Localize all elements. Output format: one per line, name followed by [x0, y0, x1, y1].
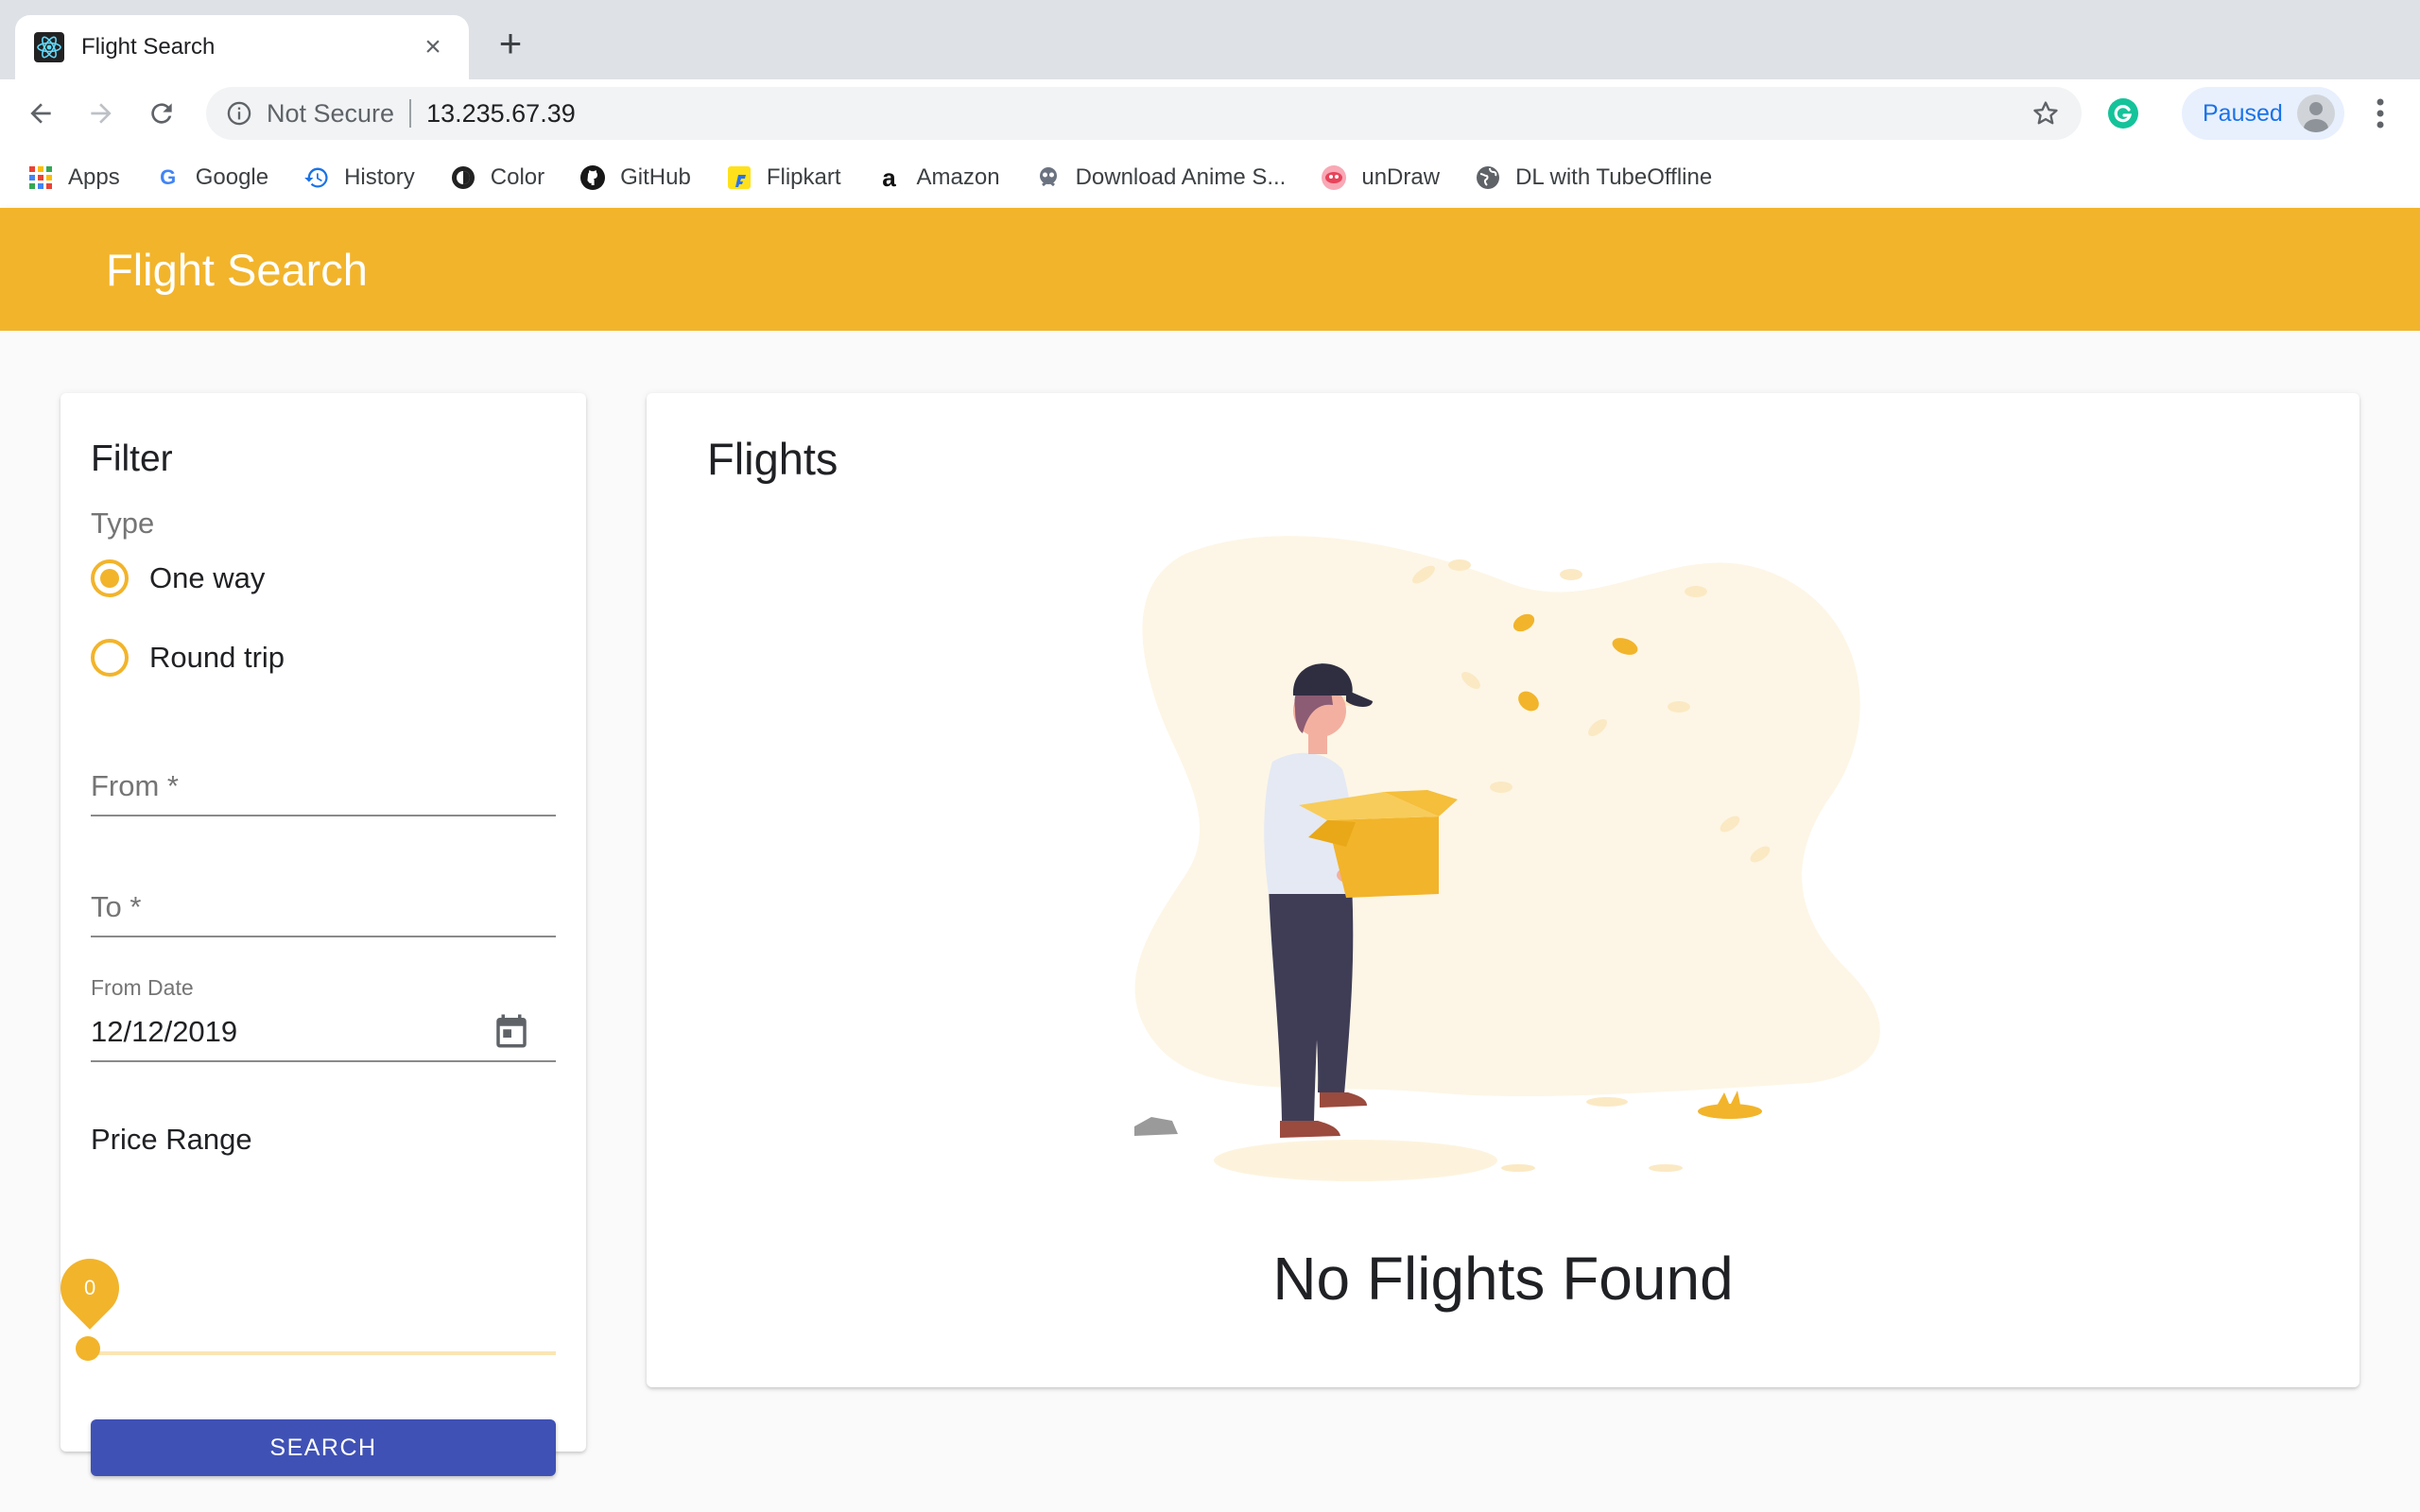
back-button[interactable]: [15, 88, 66, 139]
bookmark-flipkart[interactable]: Flipkart: [725, 163, 841, 192]
empty-box-illustration: [1134, 536, 1880, 1181]
browser-menu-icon[interactable]: [2363, 91, 2397, 136]
browser-tab[interactable]: Flight Search ×: [15, 15, 469, 79]
color-icon: [449, 163, 477, 192]
paused-label: Paused: [2203, 99, 2283, 127]
from-date-value[interactable]: 12/12/2019: [91, 1009, 556, 1060]
back-arrow-icon: [30, 103, 51, 124]
forward-arrow-icon: [91, 103, 112, 124]
filter-title: Filter: [91, 438, 173, 479]
slider-value-label: 0: [48, 1246, 131, 1330]
empty-state-message: No Flights Found: [1272, 1245, 1734, 1313]
bookmark-label: unDraw: [1361, 164, 1441, 190]
flights-panel: Flights No Flights Found: [647, 393, 2360, 1387]
from-field: [91, 762, 556, 816]
from-date-label: From Date: [91, 975, 194, 1000]
address-bar[interactable]: Not Secure 13.235.67.39: [206, 87, 2082, 140]
price-range-label: Price Range: [91, 1123, 252, 1156]
url-text[interactable]: 13.235.67.39: [426, 99, 2029, 129]
bookmark-label: Google: [195, 164, 269, 190]
radio-unchecked-icon[interactable]: [91, 639, 129, 677]
bookmarks-bar: Apps G Google History Color GitHub Flipk…: [0, 147, 2420, 208]
search-button[interactable]: SEARCH: [91, 1419, 556, 1476]
new-tab-button[interactable]: +: [490, 23, 531, 64]
filter-panel: Filter Type One way Round trip From Date…: [48, 393, 586, 1476]
grammarly-icon[interactable]: [2106, 96, 2140, 130]
undraw-icon: [1320, 163, 1348, 192]
bookmark-tubeoffline[interactable]: DL with TubeOffline: [1474, 163, 1712, 192]
anime-icon: [1034, 163, 1063, 192]
bookmark-anime[interactable]: Download Anime S...: [1034, 163, 1287, 192]
radio-round-trip[interactable]: Round trip: [91, 639, 285, 677]
to-input[interactable]: [91, 883, 556, 936]
reload-icon: [151, 103, 172, 124]
history-icon: [302, 163, 331, 192]
bookmark-github[interactable]: GitHub: [579, 163, 691, 192]
flipkart-icon: [725, 163, 753, 192]
bookmark-star-icon[interactable]: [2029, 96, 2063, 130]
react-icon: [34, 32, 64, 62]
radio-checked-icon[interactable]: [91, 559, 129, 597]
price-slider-thumb[interactable]: [76, 1336, 100, 1361]
bookmark-apps[interactable]: Apps: [26, 163, 120, 192]
browser-toolbar: Not Secure 13.235.67.39 Paused: [0, 79, 2420, 147]
amazon-icon: a: [882, 163, 896, 192]
bookmark-label: Apps: [68, 164, 120, 190]
main-content: Filter Type One way Round trip From Date…: [0, 331, 2420, 1512]
flights-title: Flights: [707, 434, 838, 484]
price-slider-track[interactable]: [91, 1351, 556, 1355]
slider-value: 0: [83, 1276, 96, 1299]
info-icon[interactable]: [225, 99, 253, 128]
bookmark-label: Flipkart: [766, 164, 841, 190]
calendar-icon[interactable]: [492, 1011, 531, 1051]
from-date-field[interactable]: 12/12/2019: [91, 1009, 556, 1062]
avatar-icon: [2297, 94, 2335, 132]
bookmark-undraw[interactable]: unDraw: [1320, 163, 1440, 192]
bookmark-label: GitHub: [620, 164, 691, 190]
browser-tab-strip: Flight Search × +: [0, 0, 2420, 79]
bookmark-label: Amazon: [916, 164, 1000, 190]
github-icon: [579, 163, 607, 192]
app-title: Flight Search: [106, 244, 368, 295]
radio-label: Round trip: [149, 641, 285, 674]
to-field: [91, 883, 556, 937]
bookmark-label: History: [344, 164, 415, 190]
security-label: Not Secure: [267, 98, 395, 128]
bookmark-label: Color: [490, 164, 545, 190]
bookmark-label: DL with TubeOffline: [1515, 164, 1713, 190]
google-icon: G: [160, 165, 177, 189]
omnibox-divider: [409, 99, 412, 128]
radio-one-way[interactable]: One way: [91, 559, 265, 597]
bookmark-google[interactable]: G Google: [154, 163, 268, 192]
profile-paused-button[interactable]: Paused: [2182, 87, 2344, 140]
app-bar: Flight Search: [0, 208, 2420, 331]
bookmark-amazon[interactable]: a Amazon: [875, 163, 1000, 192]
reload-button[interactable]: [136, 88, 187, 139]
type-label: Type: [91, 507, 155, 540]
bookmark-history[interactable]: History: [302, 163, 415, 192]
radio-label: One way: [149, 561, 266, 594]
tab-title: Flight Search: [81, 34, 216, 60]
globe-icon: [1474, 163, 1502, 192]
forward-button[interactable]: [76, 88, 127, 139]
bookmark-label: Download Anime S...: [1075, 164, 1287, 190]
bookmark-color[interactable]: Color: [449, 163, 544, 192]
from-input[interactable]: [91, 762, 556, 815]
close-tab-icon[interactable]: ×: [416, 31, 450, 63]
apps-grid-icon: [26, 163, 55, 192]
